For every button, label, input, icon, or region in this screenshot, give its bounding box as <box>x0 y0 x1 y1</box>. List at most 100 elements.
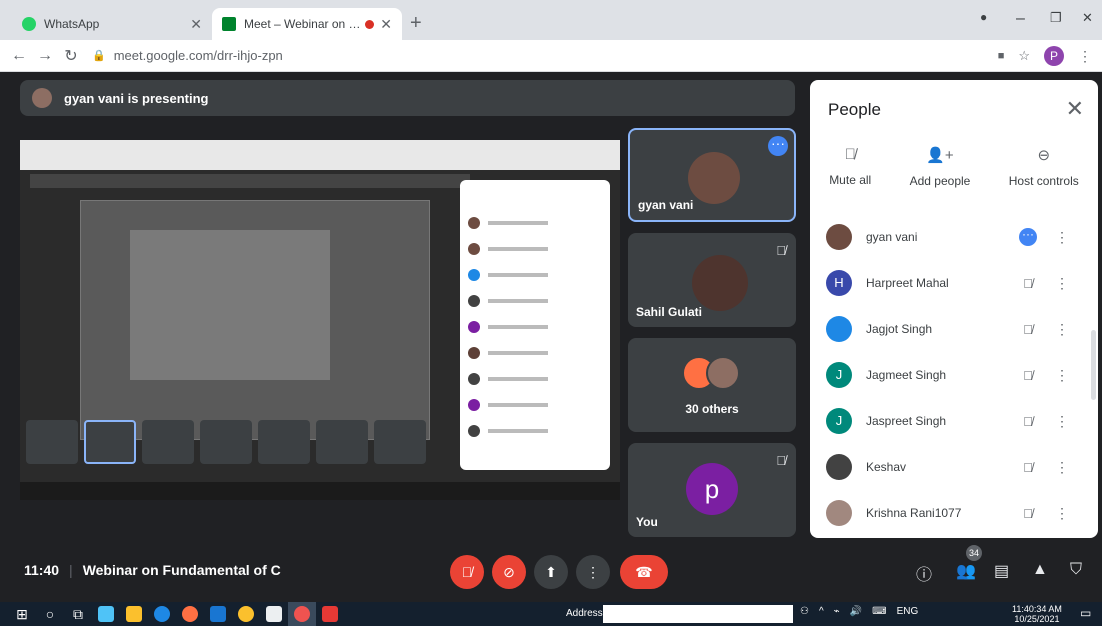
list-item[interactable]: J Jaspreet Singh 🎙̸ ⋮ <box>810 398 1098 444</box>
mic-off-icon[interactable]: 🎙̸ <box>1006 506 1050 521</box>
reload-icon[interactable]: ↻ <box>58 46 84 66</box>
participant-name: Jaspreet Singh <box>866 414 947 428</box>
more-options-icon[interactable]: ··· <box>768 136 788 156</box>
profile-avatar[interactable]: P <box>1044 46 1064 66</box>
taskbar-app[interactable] <box>316 602 344 626</box>
more-options-icon[interactable]: ⋮ <box>1050 229 1074 246</box>
present-button[interactable]: ⬆ <box>534 555 568 589</box>
participant-tile-you[interactable]: p 🎙̸ You <box>628 443 796 537</box>
chrome-active-icon[interactable] <box>288 602 316 626</box>
nested-screen-inner <box>130 230 330 380</box>
avatar <box>826 500 852 526</box>
address-bar[interactable]: 🔒 meet.google.com/drr-ihjo-zpn <box>92 48 283 63</box>
presenting-icon[interactable]: ··· <box>1019 228 1037 246</box>
leave-call-button[interactable]: ☎ <box>620 555 668 589</box>
minimize-icon[interactable]: – <box>1016 10 1025 28</box>
participant-name: gyan vani <box>866 230 918 244</box>
browser-toolbar: ← → ↻ 🔒 meet.google.com/drr-ihjo-zpn ■ ☆… <box>0 40 1102 72</box>
avatar: J <box>826 362 852 388</box>
mic-off-icon[interactable]: 🎙̸ <box>1006 322 1050 337</box>
account-icon[interactable]: ● <box>980 10 987 24</box>
more-options-icon[interactable]: ⋮ <box>1050 367 1074 384</box>
mic-off-icon[interactable]: 🎙̸ <box>1006 276 1050 291</box>
more-options-icon[interactable]: ⋮ <box>1050 321 1074 338</box>
participant-name: You <box>636 515 658 529</box>
network-icon[interactable]: ⌁ <box>834 606 840 617</box>
show-hidden-icon[interactable]: ^ <box>819 606 824 617</box>
mic-off-icon[interactable]: 🎙̸ <box>1006 414 1050 429</box>
meeting-details-icon[interactable]: ⓘ <box>916 561 932 585</box>
activities-icon[interactable]: ▲ <box>1032 561 1048 579</box>
edge-icon[interactable] <box>148 602 176 626</box>
mic-off-icon[interactable]: 🎙̸ <box>1006 368 1050 383</box>
search-icon[interactable]: ○ <box>36 602 64 626</box>
back-icon[interactable]: ← <box>6 47 32 65</box>
tab-meet[interactable]: Meet – Webinar on Fundam ✕ <box>212 8 402 40</box>
close-icon[interactable]: ✕ <box>1066 96 1084 122</box>
mute-all-icon: 🎙̸ <box>844 146 856 163</box>
windows-start-icon[interactable]: ⊞ <box>8 602 36 626</box>
more-options-icon[interactable]: ⋮ <box>1050 459 1074 476</box>
language-indicator[interactable]: ENG <box>897 606 919 617</box>
address-toolbar-input[interactable] <box>603 605 793 623</box>
add-people-icon: 👤+ <box>926 147 954 164</box>
bookmark-star-icon[interactable]: ☆ <box>1018 48 1030 64</box>
list-item[interactable]: Krishna Rani1077 🎙̸ ⋮ <box>810 490 1098 536</box>
avatar: H <box>826 270 852 296</box>
taskbar-app[interactable] <box>120 602 148 626</box>
avatar <box>826 316 852 342</box>
list-item[interactable]: H Harpreet Mahal 🎙̸ ⋮ <box>810 260 1098 306</box>
meeting-time: 11:40 <box>24 562 60 578</box>
task-view-icon[interactable]: ⧉ <box>64 602 92 626</box>
close-window-icon[interactable]: ✕ <box>1082 10 1093 26</box>
chrome-icon[interactable] <box>232 602 260 626</box>
others-avatars <box>682 356 740 390</box>
participant-name: Jagjot Singh <box>866 322 933 336</box>
more-options-icon[interactable]: ⋮ <box>1050 275 1074 292</box>
camera-toggle-button[interactable]: ⊘ <box>492 555 526 589</box>
meeting-control-bar: 11:40 | Webinar on Fundamental of C 🎙̸ ⊘… <box>0 545 1102 597</box>
maximize-icon[interactable]: ❐ <box>1050 10 1062 26</box>
close-tab-icon[interactable]: ✕ <box>380 16 392 33</box>
chat-icon[interactable]: ▤ <box>994 561 1009 581</box>
list-item[interactable]: gyan vani ··· ⋮ <box>810 214 1098 260</box>
participant-tile-sahil-gulati[interactable]: 🎙̸ Sahil Gulati <box>628 233 796 327</box>
add-people-button[interactable]: 👤+ Add people <box>910 146 971 188</box>
keyboard-icon[interactable]: ⌨ <box>872 606 886 617</box>
file-icon[interactable] <box>260 602 288 626</box>
mute-all-button[interactable]: 🎙̸ Mute all <box>829 146 871 188</box>
host-controls-button[interactable]: ⊖ Host controls <box>1009 146 1079 188</box>
participant-tile-others[interactable]: 30 others <box>628 338 796 432</box>
participant-tile-gyan-vani[interactable]: ··· gyan vani <box>628 128 796 222</box>
cast-icon[interactable]: ■ <box>998 50 1005 62</box>
mic-off-icon: 🎙̸ <box>776 453 786 468</box>
more-options-button[interactable]: ⋮ <box>576 555 610 589</box>
panel-title: People <box>828 100 881 119</box>
notification-icon[interactable]: ▭ <box>1080 606 1091 620</box>
firefox-icon[interactable] <box>176 602 204 626</box>
shared-screen <box>20 140 620 500</box>
more-options-icon[interactable]: ⋮ <box>1050 413 1074 430</box>
mic-toggle-button[interactable]: 🎙̸ <box>450 555 484 589</box>
mail-icon[interactable] <box>204 602 232 626</box>
tab-whatsapp[interactable]: WhatsApp ✕ <box>12 8 212 40</box>
forward-icon[interactable]: → <box>32 47 58 65</box>
mic-off-icon[interactable]: 🎙̸ <box>1006 460 1050 475</box>
taskbar-clock[interactable]: 11:40:34 AM 10/25/2021 <box>1012 604 1062 624</box>
taskbar-app[interactable] <box>92 602 120 626</box>
people-tray-icon[interactable]: ⚇ <box>800 606 809 617</box>
list-item[interactable]: Jagjot Singh 🎙̸ ⋮ <box>810 306 1098 352</box>
list-item[interactable]: Keshav 🎙̸ ⋮ <box>810 444 1098 490</box>
clock-date: 10/25/2021 <box>1014 614 1060 624</box>
list-item[interactable]: J Jagmeet Singh 🎙̸ ⋮ <box>810 352 1098 398</box>
meeting-title: Webinar on Fundamental of C <box>82 562 281 578</box>
new-tab-icon[interactable]: + <box>410 12 422 35</box>
volume-icon[interactable]: 🔊 <box>850 606 862 617</box>
host-controls-shield-icon[interactable]: ⛉ <box>1070 561 1082 579</box>
people-icon[interactable]: 👥 <box>956 561 976 581</box>
menu-icon[interactable]: ⋮ <box>1078 48 1092 65</box>
scrollbar[interactable] <box>1091 330 1096 400</box>
participant-name: Keshav <box>866 460 907 474</box>
close-tab-icon[interactable]: ✕ <box>190 16 202 33</box>
more-options-icon[interactable]: ⋮ <box>1050 505 1074 522</box>
